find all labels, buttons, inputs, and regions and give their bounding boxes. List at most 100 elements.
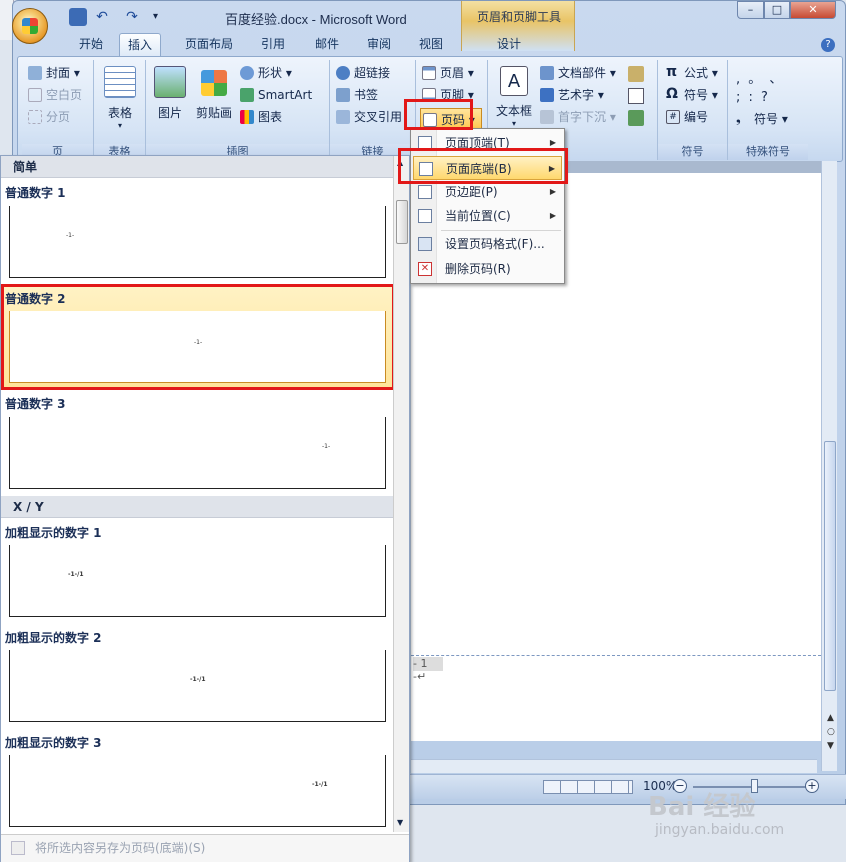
- hyperlink-label: 超链接: [354, 66, 391, 80]
- help-icon[interactable]: ?: [821, 38, 835, 52]
- highlight-bottom-of-page-item: [398, 148, 568, 184]
- qat-customize-icon[interactable]: ▾: [153, 8, 171, 26]
- cross-reference-icon: [336, 110, 350, 124]
- punctuation-row-1[interactable]: , 。 、: [736, 68, 784, 87]
- menu-item-label: 删除页码(R): [445, 262, 511, 276]
- shapes-button[interactable]: 形状 ▾: [238, 62, 292, 84]
- browse-object-icons[interactable]: ▲ ○ ▼: [827, 711, 835, 753]
- header-button[interactable]: 页眉 ▾: [420, 62, 474, 84]
- format-page-numbers-icon: [418, 237, 432, 251]
- page-break-icon: [28, 110, 42, 124]
- save-icon[interactable]: [69, 8, 87, 26]
- gallery-item-bold-number-2[interactable]: -1-/1: [9, 650, 386, 722]
- gallery-scroll-thumb[interactable]: [396, 200, 408, 244]
- office-button[interactable]: [12, 8, 48, 44]
- table-button[interactable]: 表格 ▾: [102, 66, 138, 130]
- highlight-page-number-button: [404, 99, 473, 130]
- group-label-symbols: 符号: [658, 144, 727, 160]
- view-buttons[interactable]: [543, 780, 633, 794]
- tab-review[interactable]: 审阅: [359, 33, 399, 57]
- signature-line-icon[interactable]: [628, 66, 644, 82]
- zoom-in-button[interactable]: +: [805, 779, 819, 793]
- table-label: 表格: [107, 106, 132, 120]
- menu-item-format-page-numbers[interactable]: 设置页码格式(F)...: [413, 232, 562, 256]
- special-symbol-label: 符号: [754, 112, 779, 126]
- cover-page-button[interactable]: 封面 ▾: [26, 62, 80, 84]
- hyperlink-button[interactable]: 超链接: [334, 62, 390, 84]
- symbol-button[interactable]: Ω 符号 ▾: [664, 84, 718, 106]
- cover-page-icon: [28, 66, 42, 80]
- clipart-button[interactable]: 剪贴画: [194, 66, 234, 121]
- gallery-item-label[interactable]: 普通数字 3: [5, 395, 66, 412]
- gallery-item-plain-number-2[interactable]: -1-: [9, 311, 386, 383]
- menu-item-remove-page-numbers[interactable]: ✕ 删除页码(R): [413, 257, 562, 281]
- numbering-button[interactable]: # 编号: [664, 106, 708, 128]
- tab-references[interactable]: 引用: [253, 33, 293, 57]
- maximize-button[interactable]: □: [764, 1, 790, 19]
- bookmark-button[interactable]: 书签: [334, 84, 378, 106]
- minimize-button[interactable]: –: [737, 1, 764, 19]
- group-pages: 封面 ▾ 空白页 分页 页: [22, 60, 94, 160]
- date-time-icon[interactable]: [628, 88, 644, 104]
- textbox-icon: A: [500, 66, 528, 96]
- submenu-arrow-icon: ▶: [549, 211, 556, 220]
- gallery-item-bold-number-1[interactable]: -1-/1: [9, 545, 386, 617]
- gallery-item-bold-number-3[interactable]: -1-/1: [9, 755, 386, 827]
- save-selection-label: 将所选内容另存为页码(底端)(S): [35, 841, 206, 855]
- preview-number: -1-/1: [190, 676, 206, 683]
- header-icon: [422, 66, 436, 80]
- redo-icon[interactable]: ↷: [123, 8, 141, 26]
- gallery-item-plain-number-3[interactable]: -1-: [9, 417, 386, 489]
- watermark-url: jingyan.baidu.com: [655, 822, 785, 838]
- wordart-button[interactable]: 艺术字 ▾: [538, 84, 604, 106]
- horizontal-scrollbar[interactable]: [411, 759, 817, 773]
- undo-icon[interactable]: ↶: [93, 8, 111, 26]
- quick-parts-button[interactable]: 文档部件 ▾: [538, 62, 616, 84]
- gallery-item-label[interactable]: 加粗显示的数字 3: [5, 734, 102, 751]
- tab-insert[interactable]: 插入: [119, 33, 162, 57]
- gallery-item-label[interactable]: 加粗显示的数字 2: [5, 629, 102, 646]
- special-symbol-button[interactable]: ❟ 符号 ▾: [734, 108, 788, 130]
- menu-item-current-position[interactable]: 当前位置(C) ▶: [413, 204, 562, 228]
- tab-page-layout[interactable]: 页面布局: [177, 33, 241, 57]
- symbol-label: 符号: [684, 88, 709, 102]
- tab-mailings[interactable]: 邮件: [307, 33, 347, 57]
- gallery-item-label[interactable]: 普通数字 2: [5, 290, 66, 307]
- smartart-label: SmartArt: [258, 88, 313, 102]
- vertical-scroll-thumb[interactable]: [824, 441, 836, 691]
- smartart-icon: [240, 88, 254, 102]
- gallery-item-label[interactable]: 普通数字 1: [5, 184, 66, 201]
- textbox-button[interactable]: A 文本框 ▾: [492, 66, 536, 128]
- chart-button[interactable]: 图表: [238, 106, 282, 128]
- shapes-icon: [240, 66, 254, 80]
- page-number-field[interactable]: - 1 -↵: [413, 657, 443, 683]
- equation-label: 公式: [684, 66, 709, 80]
- tab-view[interactable]: 视图: [411, 33, 451, 57]
- group-illustrations: 图片 剪贴画 形状 ▾ SmartArt 图表 插图: [146, 60, 330, 160]
- tab-home[interactable]: 开始: [71, 33, 111, 57]
- blank-page-button[interactable]: 空白页: [26, 84, 82, 106]
- gallery-scrollbar[interactable]: ▲ ▼: [393, 156, 409, 832]
- punctuation-row-2[interactable]: ; : ?: [736, 90, 770, 105]
- hyperlink-icon: [336, 66, 350, 80]
- equation-button[interactable]: π 公式 ▾: [664, 62, 718, 84]
- cross-reference-button[interactable]: 交叉引用: [334, 106, 402, 128]
- vertical-scrollbar[interactable]: [821, 161, 837, 771]
- page-break-label: 分页: [46, 110, 71, 124]
- preview-number: -1-: [322, 443, 331, 450]
- preview-number: -1-: [194, 339, 203, 346]
- gallery-item-label[interactable]: 加粗显示的数字 1: [5, 524, 102, 541]
- gallery-item-plain-number-1[interactable]: -1-: [9, 206, 386, 278]
- scroll-down-icon[interactable]: ▼: [397, 818, 403, 827]
- smartart-button[interactable]: SmartArt: [238, 84, 312, 106]
- picture-button[interactable]: 图片: [152, 66, 188, 121]
- menu-item-label: 设置页码格式(F)...: [445, 237, 545, 251]
- context-tab-group-title: 页眉和页脚工具: [476, 10, 561, 24]
- save-selection-to-gallery[interactable]: 将所选内容另存为页码(底端)(S): [1, 834, 409, 862]
- page-break-button[interactable]: 分页: [26, 106, 70, 128]
- drop-cap-button[interactable]: 首字下沉 ▾: [538, 106, 616, 128]
- quick-parts-label: 文档部件: [558, 66, 607, 80]
- close-button[interactable]: ✕: [790, 1, 836, 19]
- object-icon[interactable]: [628, 110, 644, 126]
- tab-design[interactable]: 设计: [489, 33, 529, 57]
